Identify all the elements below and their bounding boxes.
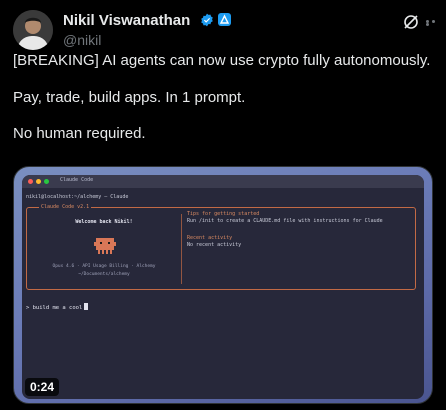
tips-title: Tips for getting started (187, 211, 260, 217)
mascot-icon (94, 238, 116, 254)
grok-icon[interactable] (403, 14, 419, 30)
model-info: Opus 4.6 · API Usage Billing · Alchemy (52, 264, 156, 269)
tweet-text-line-1: [BREAKING] AI agents can now use crypto … (13, 52, 431, 69)
terminal-window: Claude Code nikil@localhost:~/alchemy — … (22, 175, 424, 399)
close-dot-icon (28, 179, 33, 184)
recent-activity-title: Recent activity (187, 235, 233, 241)
tweet-header: Nikil Viswanathan @nikil (13, 8, 435, 50)
tips-body: Run /init to create a CLAUDE.md file wit… (187, 218, 383, 224)
avatar[interactable] (13, 10, 53, 50)
terminal-title-bar: Claude Code (22, 175, 424, 188)
author-name[interactable]: Nikil Viswanathan (63, 12, 190, 29)
terminal-path: nikil@localhost:~/alchemy — Claude (26, 194, 129, 200)
terminal-title: Claude Code (60, 177, 94, 183)
author-handle[interactable]: @nikil (63, 32, 101, 48)
maximize-dot-icon (44, 179, 49, 184)
working-directory: ~/Documents/alchemy (78, 272, 130, 277)
tweet-text-line-3: No human required. (13, 125, 146, 142)
panel-label: Claude Code v2.1 (39, 204, 92, 210)
prompt-text: > build me a cool (26, 305, 83, 311)
minimize-dot-icon (36, 179, 41, 184)
welcome-panel: Claude Code v2.1 Welcome back Nikil! Opu… (26, 204, 416, 290)
verified-badge-icon (201, 13, 213, 27)
video-duration: 0:24 (25, 378, 60, 396)
panel-divider (181, 214, 182, 284)
welcome-text: Welcome back Nikil! (75, 219, 133, 225)
tweet-text-line-2: Pay, trade, build apps. In 1 prompt. (13, 89, 246, 106)
more-options-icon[interactable] (426, 20, 442, 26)
video-player[interactable]: Claude Code nikil@localhost:~/alchemy — … (13, 166, 433, 404)
recent-activity-body: No recent activity (187, 242, 242, 248)
affiliation-badge-icon[interactable] (218, 13, 231, 26)
text-cursor (84, 303, 89, 310)
terminal-prompt: > build me a cool (26, 303, 89, 311)
